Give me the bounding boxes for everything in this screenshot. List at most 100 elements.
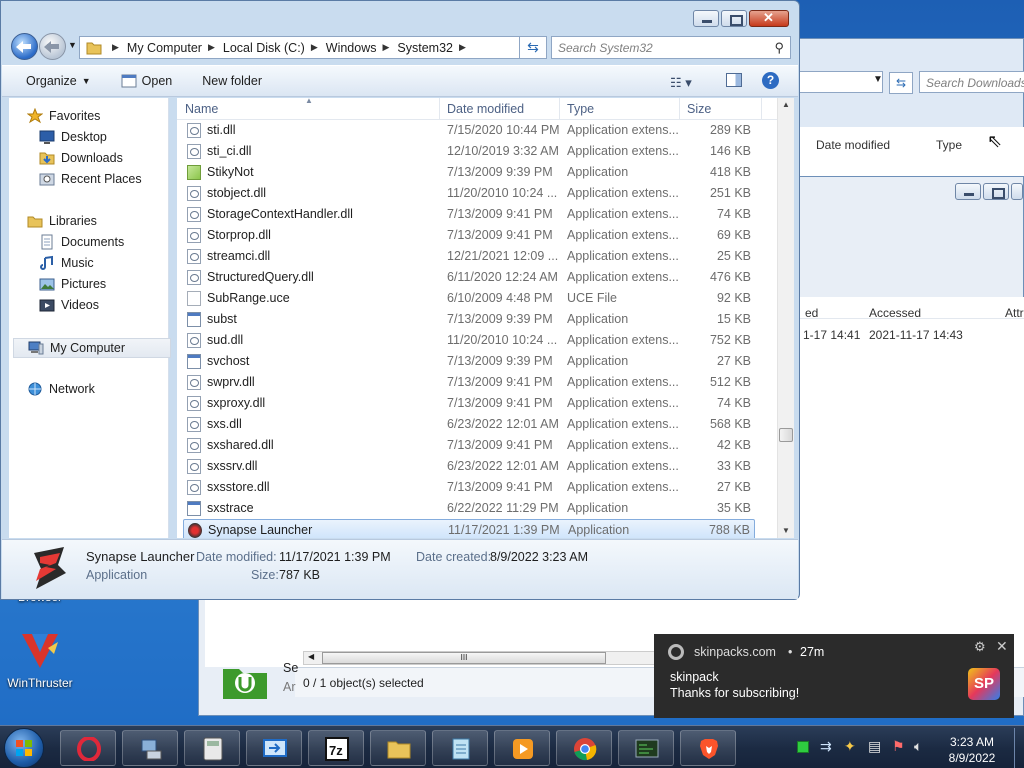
nav-libraries[interactable]: Libraries	[27, 213, 97, 229]
taskbar-media-player[interactable]	[494, 730, 550, 766]
scroll-down-icon[interactable]: ▼	[782, 526, 790, 535]
start-button[interactable]	[4, 728, 44, 768]
file-list[interactable]: Name ▲ Date modified Type Size sti.dll 7/…	[177, 98, 777, 538]
desktop-icon-winthruster[interactable]: WinThruster	[0, 628, 80, 690]
nav-favorites[interactable]: Favorites	[26, 107, 100, 124]
nav-network[interactable]: Network	[27, 381, 95, 397]
breadcrumb-separator-icon[interactable]: ▶	[459, 42, 466, 53]
file-row[interactable]: SubRange.uce 6/10/2009 4:48 PM UCE File 92 …	[183, 288, 755, 309]
address-bar[interactable]: ▶ My Computer ▶ Local Disk (C:) ▶ Window…	[79, 36, 543, 59]
tray-network-icon[interactable]: ▤	[868, 738, 881, 755]
column-header-type[interactable]: Type	[936, 138, 962, 152]
back-button[interactable]	[11, 33, 38, 60]
taskbar-calculator[interactable]	[184, 730, 240, 766]
minimize-button[interactable]	[955, 183, 981, 200]
tray-volume-icon[interactable]: 🔈︎	[914, 738, 922, 755]
column-header-type[interactable]: Type	[567, 102, 594, 116]
close-icon[interactable]: ✕	[996, 638, 1008, 655]
organize-button[interactable]: Organize ▼	[26, 74, 91, 88]
tray-action-center-icon[interactable]: ⚑	[892, 738, 905, 755]
file-row[interactable]: StikyNot 7/13/2009 9:39 PM Application 418 …	[183, 162, 755, 183]
file-row[interactable]: swprv.dll 7/13/2009 9:41 PM Application ex…	[183, 372, 755, 393]
breadcrumb-local-disk[interactable]: Local Disk (C:)	[223, 41, 305, 55]
breadcrumb-separator-icon[interactable]: ▶	[311, 42, 318, 53]
notification-toast[interactable]: skinpacks.com • 27m ⚙ ✕ skinpack Thanks …	[654, 634, 1014, 718]
nav-videos[interactable]: Videos	[39, 297, 99, 313]
new-folder-button[interactable]: New folder	[202, 74, 262, 88]
taskbar-notepad[interactable]	[432, 730, 488, 766]
breadcrumb-my-computer[interactable]: My Computer	[127, 41, 202, 55]
background-window-downloads[interactable]: ▼ ⇆ Search Downloads Date modified Type …	[790, 38, 1024, 179]
column-header-date-modified[interactable]: Date modified	[816, 138, 890, 152]
explorer-window[interactable]: ▼ ▶ My Computer ▶ Local Disk (C:) ▶ Wind…	[0, 0, 800, 600]
search-icon[interactable]: ⚲	[774, 40, 784, 56]
column-header-accessed[interactable]: Accessed	[869, 306, 921, 320]
file-row[interactable]: subst 7/13/2009 9:39 PM Application 15 KB	[183, 309, 755, 330]
restore-button[interactable]	[983, 183, 1009, 200]
scrollbar-thumb[interactable]	[779, 428, 793, 442]
file-row[interactable]: sti.dll 7/15/2020 10:44 PM Application ext…	[183, 120, 755, 141]
taskbar-chrome[interactable]	[556, 730, 612, 766]
maximize-button[interactable]	[721, 10, 747, 27]
file-row[interactable]: StorageContextHandler.dll 7/13/2009 9:41 …	[183, 204, 755, 225]
nav-desktop[interactable]: Desktop	[39, 129, 107, 145]
file-row[interactable]: sxsstore.dll 7/13/2009 9:41 PM Application…	[183, 477, 755, 498]
file-row[interactable]: sxshared.dll 7/13/2009 9:41 PM Application…	[183, 435, 755, 456]
file-row[interactable]: stobject.dll 11/20/2010 10:24 ... Applicat…	[183, 183, 755, 204]
file-row[interactable]: sud.dll 11/20/2010 10:24 ... Application e…	[183, 330, 755, 351]
column-header-modified[interactable]: ed	[805, 306, 818, 320]
view-options-icon[interactable]: ☷ ▾	[670, 75, 692, 91]
scroll-up-icon[interactable]: ▲	[782, 100, 790, 109]
file-row[interactable]: sxstrace 6/22/2022 11:29 PM Application 35 …	[183, 498, 755, 519]
recent-pages-dropdown-icon[interactable]: ▼	[68, 40, 77, 50]
close-button[interactable]	[1011, 183, 1023, 200]
breadcrumb-separator-icon[interactable]: ▶	[208, 42, 215, 53]
show-desktop-button[interactable]	[1014, 728, 1024, 768]
column-header-size[interactable]: Size	[687, 102, 711, 116]
taskbar-remote-app[interactable]	[246, 730, 302, 766]
downloads-search-input[interactable]: Search Downloads	[919, 71, 1024, 93]
scroll-left-icon[interactable]: ◀	[308, 652, 314, 661]
scrollbar-thumb[interactable]: III	[322, 652, 606, 664]
nav-music[interactable]: Music	[39, 255, 94, 271]
file-row[interactable]: Synapse Launcher 11/17/2021 1:39 PM Applic…	[183, 519, 755, 538]
taskbar-brave[interactable]	[680, 730, 736, 766]
open-button[interactable]: Open	[121, 73, 172, 89]
file-row[interactable]: sti_ci.dll 12/10/2019 3:32 AM Application …	[183, 141, 755, 162]
breadcrumb-separator-icon[interactable]: ▶	[112, 42, 119, 53]
refresh-button[interactable]: ⇆	[519, 36, 547, 59]
file-row[interactable]: Storprop.dll 7/13/2009 9:41 PM Application…	[183, 225, 755, 246]
tray-remote-icon[interactable]: ⇉	[820, 738, 832, 755]
nav-downloads[interactable]: Downloads	[39, 150, 123, 166]
breadcrumb-system32[interactable]: System32	[397, 41, 453, 55]
file-row[interactable]: streamci.dll 12/21/2021 12:09 ... Applicat…	[183, 246, 755, 267]
taskbar-opera[interactable]	[60, 730, 116, 766]
file-row[interactable]: sxproxy.dll 7/13/2009 9:41 PM Application …	[183, 393, 755, 414]
nav-my-computer[interactable]: My Computer	[13, 338, 171, 358]
file-row[interactable]: svchost 7/13/2009 9:39 PM Application 27 KB	[183, 351, 755, 372]
settings-gear-icon[interactable]: ⚙	[974, 639, 986, 655]
refresh-icon[interactable]: ⇆	[889, 72, 913, 94]
preview-pane-icon[interactable]	[726, 73, 742, 87]
nav-recent-places[interactable]: Recent Places	[39, 171, 142, 187]
file-row[interactable]: sxs.dll 6/23/2022 12:01 AM Application ext…	[183, 414, 755, 435]
forward-button[interactable]	[39, 33, 66, 60]
column-header-attributes[interactable]: Attr	[1005, 306, 1024, 320]
clock[interactable]: 3:23 AM 8/9/2022	[936, 734, 1008, 766]
file-row[interactable]: StructuredQuery.dll 6/11/2020 12:24 AM App…	[183, 267, 755, 288]
tray-status-icon[interactable]	[797, 741, 809, 753]
search-input[interactable]: Search System32 ⚲	[551, 36, 791, 59]
taskbar-network-tool[interactable]	[122, 730, 178, 766]
file-row[interactable]: sxssrv.dll 6/23/2022 12:01 AM Application …	[183, 456, 755, 477]
column-header-name[interactable]: Name	[185, 102, 218, 116]
minimize-button[interactable]	[693, 10, 719, 27]
tray-defender-icon[interactable]: ✦	[844, 738, 856, 755]
vertical-scrollbar[interactable]: ▲ ▼	[777, 98, 794, 538]
breadcrumb-separator-icon[interactable]: ▶	[382, 42, 389, 53]
dropdown-arrow-icon[interactable]: ▼	[873, 74, 883, 85]
help-icon[interactable]: ?	[762, 72, 779, 89]
taskbar-terminal[interactable]	[618, 730, 674, 766]
column-header-date-modified[interactable]: Date modified	[447, 102, 524, 116]
close-button[interactable]	[749, 10, 789, 27]
nav-documents[interactable]: Documents	[39, 234, 124, 250]
